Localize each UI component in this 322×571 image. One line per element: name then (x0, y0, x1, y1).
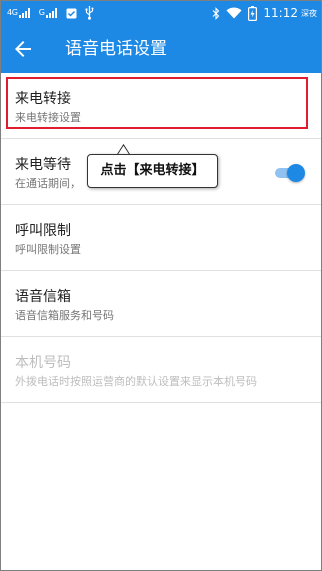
screenshot-frame: 4G G 11:12 深夜 语音电话设置 来电转接 来电转接设置 来电等待 在通… (0, 0, 322, 571)
settings-list: 来电转接 来电转接设置 来电等待 在通话期间， 呼叫限制 呼叫限制设置 语音信箱… (1, 73, 321, 403)
battery-icon (248, 5, 258, 21)
toggle-thumb (287, 164, 305, 182)
signal-icon (18, 8, 30, 18)
list-item-my-number: 本机号码 外拨电话时按照运营商的默认设置来显示本机号码 (1, 337, 321, 403)
status-bar: 4G G 11:12 深夜 (1, 1, 321, 25)
bluetooth-icon (213, 6, 220, 20)
status-right: 11:12 深夜 (212, 4, 317, 22)
list-item-subtitle: 外拨电话时按照运营商的默认设置来显示本机号码 (15, 375, 257, 388)
usb-icon (85, 6, 94, 20)
app-bar: 语音电话设置 (1, 25, 321, 73)
status-left: 4G G (7, 5, 102, 21)
callout-tooltip: 点击【来电转接】 (87, 154, 218, 188)
status-ampm: 深夜 (301, 8, 317, 18)
notification-icon (66, 8, 77, 18)
list-item-call-barring[interactable]: 呼叫限制 呼叫限制设置 (1, 205, 321, 271)
list-item-subtitle: 语音信箱服务和号码 (15, 309, 114, 322)
network-type-1: 4G (7, 8, 18, 17)
network-type-2: G (38, 8, 45, 17)
list-item-voicemail[interactable]: 语音信箱 语音信箱服务和号码 (1, 271, 321, 337)
signal-icon (45, 8, 57, 18)
list-item-title: 本机号码 (15, 355, 71, 371)
list-item-call-forwarding[interactable]: 来电转接 来电转接设置 (1, 73, 321, 139)
status-time: 11:12 (263, 6, 298, 20)
list-item-subtitle: 在通话期间， (15, 177, 81, 190)
back-arrow-icon[interactable] (11, 37, 35, 61)
call-waiting-toggle[interactable] (275, 163, 305, 183)
page-title: 语音电话设置 (65, 39, 167, 59)
wifi-icon (226, 7, 242, 19)
list-item-subtitle: 呼叫限制设置 (15, 243, 81, 256)
list-item-title: 语音信箱 (15, 289, 71, 305)
highlight-box (6, 77, 308, 129)
list-item-title: 来电等待 (15, 157, 71, 173)
list-item-title: 呼叫限制 (15, 223, 71, 239)
callout-text: 点击【来电转接】 (100, 163, 205, 178)
